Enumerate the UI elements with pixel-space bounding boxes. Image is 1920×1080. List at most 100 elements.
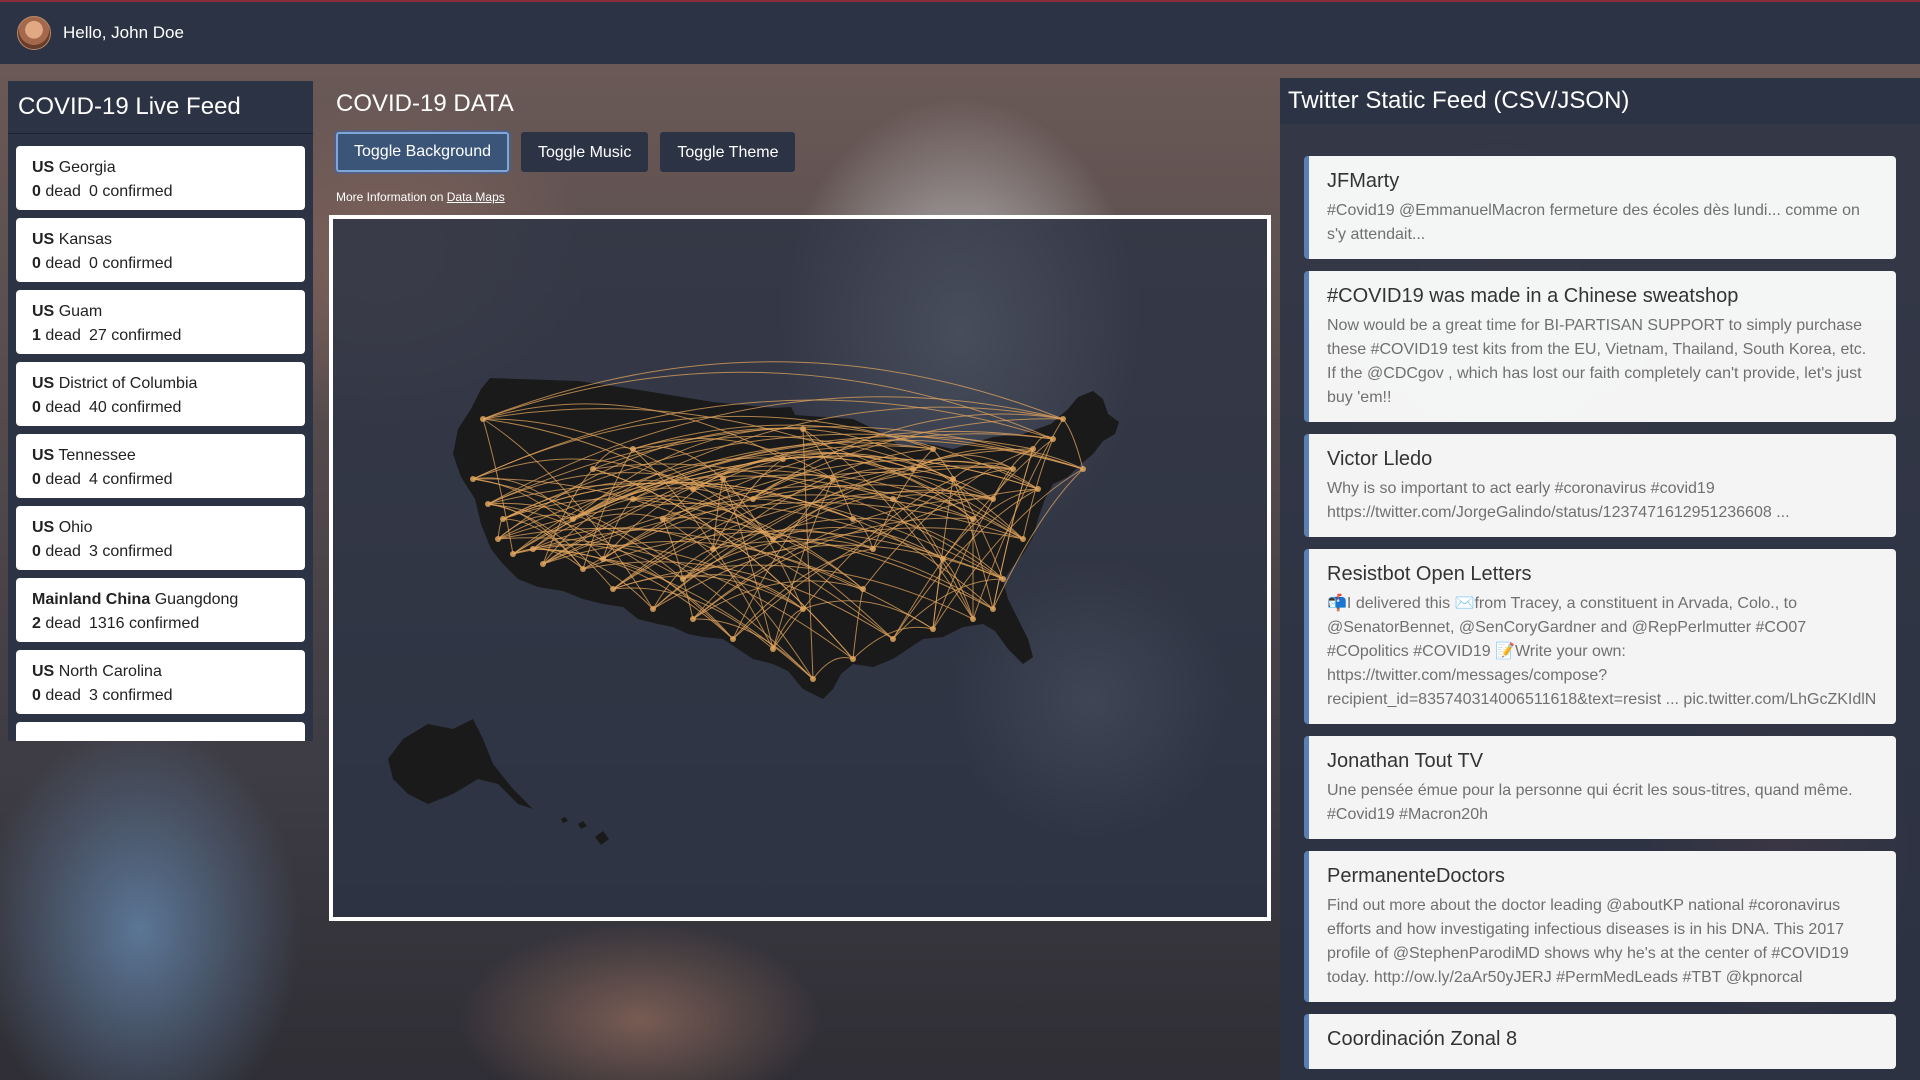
tweet-user: #COVID19 was made in a Chinese sweatshop: [1327, 285, 1739, 307]
city-dot[interactable]: [1020, 536, 1026, 542]
city-dot[interactable]: [590, 466, 596, 472]
item-dead-count: 0: [32, 471, 41, 488]
city-dot[interactable]: [860, 586, 866, 592]
city-dot[interactable]: [970, 616, 976, 622]
tweet-card[interactable]: Resistbot Open Letters 📬I delivered this…: [1304, 549, 1896, 724]
city-dot[interactable]: [500, 516, 506, 522]
city-dot[interactable]: [730, 636, 736, 642]
item-country: Mainland China: [32, 591, 151, 608]
list-item: US Guam 1 dead 27 confirmed: [16, 290, 305, 354]
item-region: District of Columbia: [58, 375, 198, 392]
tweet-card[interactable]: Jonathan Tout TV Une pensée émue pour la…: [1304, 736, 1896, 839]
city-dot[interactable]: [990, 606, 996, 612]
twitter-feed-title: Twitter Static Feed (CSV/JSON): [1280, 78, 1920, 124]
us-map[interactable]: [333, 219, 1267, 917]
item-confirmed-count: 40: [88, 399, 107, 416]
city-dot[interactable]: [810, 676, 816, 682]
city-dot[interactable]: [930, 446, 936, 452]
city-dot[interactable]: [1010, 466, 1016, 472]
item-confirmed-count: 0: [88, 255, 98, 272]
avatar[interactable]: [17, 16, 51, 50]
tweet-text: Now would be a great time for BI-PARTISA…: [1327, 317, 1867, 406]
item-region: Ohio: [58, 519, 93, 536]
toggle-music-button[interactable]: Toggle Music: [520, 132, 649, 172]
item-dead-count: 2: [32, 615, 41, 632]
tweet-text: Find out more about the doctor leading @…: [1327, 897, 1849, 986]
city-dot[interactable]: [570, 516, 576, 522]
city-dot[interactable]: [780, 456, 786, 462]
city-dot[interactable]: [770, 536, 776, 542]
city-dot[interactable]: [495, 536, 501, 542]
city-dot[interactable]: [800, 426, 806, 432]
city-dot[interactable]: [610, 586, 616, 592]
city-dot[interactable]: [630, 496, 636, 502]
toggle-theme-button[interactable]: Toggle Theme: [660, 132, 796, 172]
city-dot[interactable]: [690, 616, 696, 622]
city-dot[interactable]: [480, 416, 486, 422]
city-dot[interactable]: [850, 656, 856, 662]
list-item: [16, 722, 305, 741]
toggle-background-button[interactable]: Toggle Background: [336, 132, 509, 172]
city-dot[interactable]: [930, 626, 936, 632]
city-dot[interactable]: [710, 546, 716, 552]
top-navbar: Hello, John Doe: [0, 0, 1920, 64]
tweet-card[interactable]: JFMarty #Covid19 @EmmanuelMacron fermetu…: [1304, 156, 1896, 259]
city-dot[interactable]: [660, 516, 666, 522]
confirmed-label: confirmed: [102, 471, 173, 488]
page-title: COVID-19 DATA: [336, 90, 514, 117]
city-dot[interactable]: [750, 496, 756, 502]
city-dot[interactable]: [630, 446, 636, 452]
twitter-feed-list[interactable]: JFMarty #Covid19 @EmmanuelMacron fermetu…: [1280, 124, 1920, 1080]
live-feed-list[interactable]: US Georgia 0 dead 0 confirmed US Kansas 0…: [8, 134, 313, 741]
city-dot[interactable]: [690, 486, 696, 492]
more-info-prefix: More Information on: [336, 190, 444, 204]
item-confirmed-count: 27: [88, 327, 107, 344]
city-dot[interactable]: [850, 516, 856, 522]
city-dot[interactable]: [990, 496, 996, 502]
city-dot[interactable]: [650, 606, 656, 612]
city-dot[interactable]: [970, 516, 976, 522]
city-dot[interactable]: [580, 566, 586, 572]
city-dot[interactable]: [870, 546, 876, 552]
city-dot[interactable]: [1000, 576, 1006, 582]
list-item: US North Carolina 0 dead 3 confirmed: [16, 650, 305, 714]
item-dead-count: 0: [32, 687, 41, 704]
city-dot[interactable]: [485, 501, 491, 507]
city-dot[interactable]: [940, 556, 946, 562]
city-dot[interactable]: [770, 646, 776, 652]
city-dot[interactable]: [890, 636, 896, 642]
item-country: US: [32, 663, 55, 680]
city-dot[interactable]: [910, 466, 916, 472]
city-dot[interactable]: [830, 476, 836, 482]
city-dot[interactable]: [1035, 486, 1041, 492]
city-dot[interactable]: [720, 476, 726, 482]
tweet-card[interactable]: PermanenteDoctors Find out more about th…: [1304, 851, 1896, 1002]
city-dot[interactable]: [540, 561, 546, 567]
city-dot[interactable]: [510, 551, 516, 557]
item-dead-count: 0: [32, 399, 41, 416]
city-dot[interactable]: [680, 576, 686, 582]
city-dot[interactable]: [530, 546, 536, 552]
city-dot[interactable]: [890, 496, 896, 502]
city-dot[interactable]: [1030, 446, 1036, 452]
city-dot[interactable]: [1060, 416, 1066, 422]
city-dot[interactable]: [800, 606, 806, 612]
tweet-text: Why is so important to act early #corona…: [1327, 480, 1790, 521]
city-dot[interactable]: [600, 556, 606, 562]
tweet-card[interactable]: Victor Lledo Why is so important to act …: [1304, 434, 1896, 537]
city-dot[interactable]: [1050, 436, 1056, 442]
us-map-container[interactable]: [329, 215, 1271, 921]
city-dot[interactable]: [1080, 466, 1086, 472]
confirmed-label: confirmed: [111, 327, 182, 344]
data-maps-link[interactable]: Data Maps: [447, 190, 505, 204]
city-dot[interactable]: [470, 476, 476, 482]
live-feed-panel[interactable]: COVID-19 Live Feed US Georgia 0 dead 0 co…: [8, 81, 313, 741]
tweet-card[interactable]: #COVID19 was made in a Chinese sweatshop…: [1304, 271, 1896, 422]
dead-label: dead: [45, 255, 81, 272]
tweet-user: Coordinación Zonal 8: [1327, 1028, 1518, 1050]
item-region: Guam: [58, 303, 103, 320]
city-dot[interactable]: [950, 476, 956, 482]
tweet-card[interactable]: Coordinación Zonal 8: [1304, 1014, 1896, 1069]
list-item: Mainland China Guangdong 2 dead 1316 conf…: [16, 578, 305, 642]
list-item: US Georgia 0 dead 0 confirmed: [16, 146, 305, 210]
